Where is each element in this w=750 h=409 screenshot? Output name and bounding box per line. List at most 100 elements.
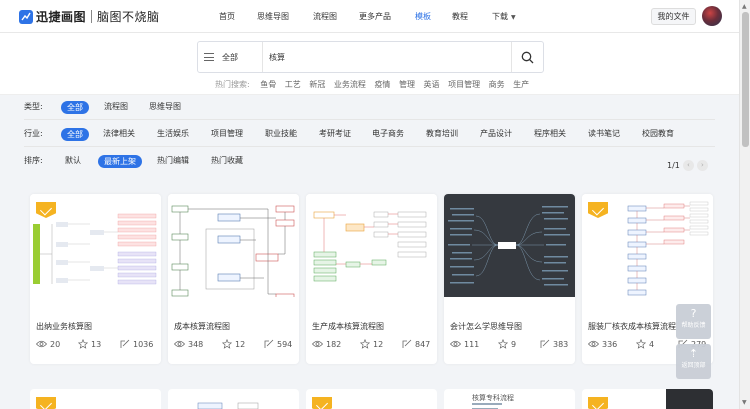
template-title[interactable]: 成本核算流程图	[174, 321, 296, 332]
help-feedback-button[interactable]: ? 帮助反馈	[676, 304, 711, 339]
hot-search-item[interactable]: 商务	[489, 80, 505, 89]
next-page-button[interactable]: ›	[696, 160, 708, 171]
edit-count[interactable]: 1036	[120, 339, 153, 349]
nav-download[interactable]: 下载 ▼	[492, 11, 516, 22]
edit-icon	[402, 339, 412, 348]
industry-filter-all[interactable]: 全部	[61, 128, 89, 141]
edit-count[interactable]: 847	[402, 339, 430, 349]
nav-templates[interactable]: 模板	[415, 11, 431, 22]
industry-filter-item[interactable]: 生活娱乐	[157, 128, 189, 139]
template-thumbnail	[306, 194, 437, 297]
search-type-label: 全部	[222, 52, 238, 62]
hot-search-item[interactable]: 项目管理	[448, 80, 480, 89]
template-thumbnail	[666, 389, 713, 409]
type-filter-mindmap[interactable]: 思维导图	[149, 101, 181, 112]
hot-search-item[interactable]: 业务流程	[334, 80, 366, 89]
sort-label: 排序:	[24, 156, 43, 165]
favorite-count[interactable]: 9	[498, 339, 540, 349]
view-count: 20	[36, 340, 78, 349]
industry-filter-item[interactable]: 法律相关	[103, 128, 135, 139]
template-card[interactable]: 核算专科流程	[444, 389, 575, 409]
edit-count-value: 1036	[133, 339, 154, 349]
type-filter-flowchart[interactable]: 流程图	[104, 101, 128, 112]
arrow-up-icon: ⇡	[688, 347, 699, 360]
template-title[interactable]: 会计怎么学思维导图	[450, 321, 572, 332]
star-icon	[498, 339, 508, 349]
prev-page-button[interactable]: ‹	[682, 160, 694, 171]
template-stats: 20 13 1036	[36, 339, 160, 349]
template-card[interactable]	[306, 389, 437, 409]
hot-search-item[interactable]: 管理	[399, 80, 415, 89]
hot-search-item[interactable]: 英语	[424, 80, 440, 89]
template-thumbnail-text: 核算专科流程	[472, 394, 514, 402]
template-title[interactable]: 出纳业务核算图	[36, 321, 158, 332]
search-input[interactable]	[263, 42, 511, 72]
my-files-button[interactable]: 我的文件	[651, 8, 696, 25]
hot-search-item[interactable]: 疫情	[374, 80, 390, 89]
industry-filter-item[interactable]: 考研考证	[319, 128, 351, 139]
vertical-scrollbar[interactable]: ▲ ▼	[739, 0, 750, 409]
brand-logo[interactable]: 迅捷画图 脑图不烧脑	[19, 8, 160, 25]
scroll-thumb[interactable]	[742, 12, 749, 147]
sort-default[interactable]: 默认	[65, 155, 81, 166]
favorite-count[interactable]: 4	[636, 339, 678, 349]
nav-more-products[interactable]: 更多产品	[359, 11, 391, 22]
sort-hot-edit[interactable]: 热门编辑	[157, 155, 189, 166]
industry-filter-item[interactable]: 职业技能	[265, 128, 297, 139]
industry-filter-item[interactable]: 产品设计	[480, 128, 512, 139]
industry-filter-item[interactable]: 读书笔记	[588, 128, 620, 139]
hot-search: 热门搜索: 鱼骨 工艺 新冠 业务流程 疫情 管理 英语 项目管理 商务 生产	[215, 79, 535, 90]
vip-badge-icon	[312, 397, 332, 409]
nav-mindmap[interactable]: 思维导图	[257, 11, 289, 22]
hot-search-item[interactable]: 鱼骨	[260, 80, 276, 89]
favorite-count[interactable]: 13	[78, 339, 120, 349]
user-avatar[interactable]	[702, 6, 722, 26]
search-type-select[interactable]: 全部	[198, 42, 263, 72]
template-card[interactable]: 成本核算流程图 348 12 594	[168, 194, 299, 364]
view-count-value: 348	[188, 339, 204, 349]
hot-search-item[interactable]: 新冠	[309, 80, 325, 89]
industry-filter-item[interactable]: 教育培训	[426, 128, 458, 139]
sort-newest[interactable]: 最新上架	[98, 155, 142, 168]
back-to-top-label: 返回顶部	[681, 362, 706, 369]
top-navbar: 迅捷画图 脑图不烧脑 首页 思维导图 流程图 更多产品 模板 教程 下载 ▼ 我的…	[0, 0, 739, 33]
back-to-top-button[interactable]: ⇡ 返回顶部	[676, 344, 711, 379]
view-count: 348	[174, 340, 222, 349]
template-card[interactable]: 生产成本核算流程图 182 12 847	[306, 194, 437, 364]
scroll-down-icon[interactable]: ▼	[742, 399, 747, 406]
scroll-up-icon[interactable]: ▲	[742, 3, 747, 10]
industry-filter-item[interactable]: 程序相关	[534, 128, 566, 139]
industry-filter-item[interactable]: 电子商务	[372, 128, 404, 139]
star-icon	[222, 339, 232, 349]
star-icon	[360, 339, 370, 349]
template-title[interactable]: 生产成本核算流程图	[312, 321, 434, 332]
hot-search-item[interactable]: 生产	[513, 80, 529, 89]
filter-divider	[24, 119, 715, 120]
edit-count[interactable]: 383	[540, 339, 568, 349]
industry-filter-item[interactable]: 项目管理	[211, 128, 243, 139]
vip-badge-icon	[588, 397, 608, 409]
search-button[interactable]	[511, 42, 543, 72]
nav-tutorials[interactable]: 教程	[452, 11, 468, 22]
template-card[interactable]: 会计怎么学思维导图 111 9 383	[444, 194, 575, 364]
nav-home[interactable]: 首页	[219, 11, 235, 22]
template-thumbnail	[444, 194, 575, 297]
chevron-down-icon: ▼	[511, 14, 516, 21]
favorite-count-value: 12	[235, 339, 246, 349]
type-filter-all[interactable]: 全部	[61, 101, 89, 114]
template-card[interactable]	[30, 389, 161, 409]
template-card[interactable]	[168, 389, 299, 409]
sort-hot-favorite[interactable]: 热门收藏	[211, 155, 243, 166]
edit-count-value: 847	[415, 339, 431, 349]
template-card[interactable]	[582, 389, 713, 409]
star-icon	[78, 339, 88, 349]
template-card[interactable]: 出纳业务核算图 20 13 1036	[30, 194, 161, 364]
favorite-count[interactable]: 12	[222, 339, 264, 349]
type-filter-label: 类型:	[24, 102, 43, 111]
hot-search-item[interactable]: 工艺	[285, 80, 301, 89]
pagination: 1/1 ‹ ›	[667, 160, 708, 171]
industry-filter-item[interactable]: 校园教育	[642, 128, 674, 139]
favorite-count[interactable]: 12	[360, 339, 402, 349]
nav-flowchart[interactable]: 流程图	[313, 11, 337, 22]
edit-count[interactable]: 594	[264, 339, 292, 349]
